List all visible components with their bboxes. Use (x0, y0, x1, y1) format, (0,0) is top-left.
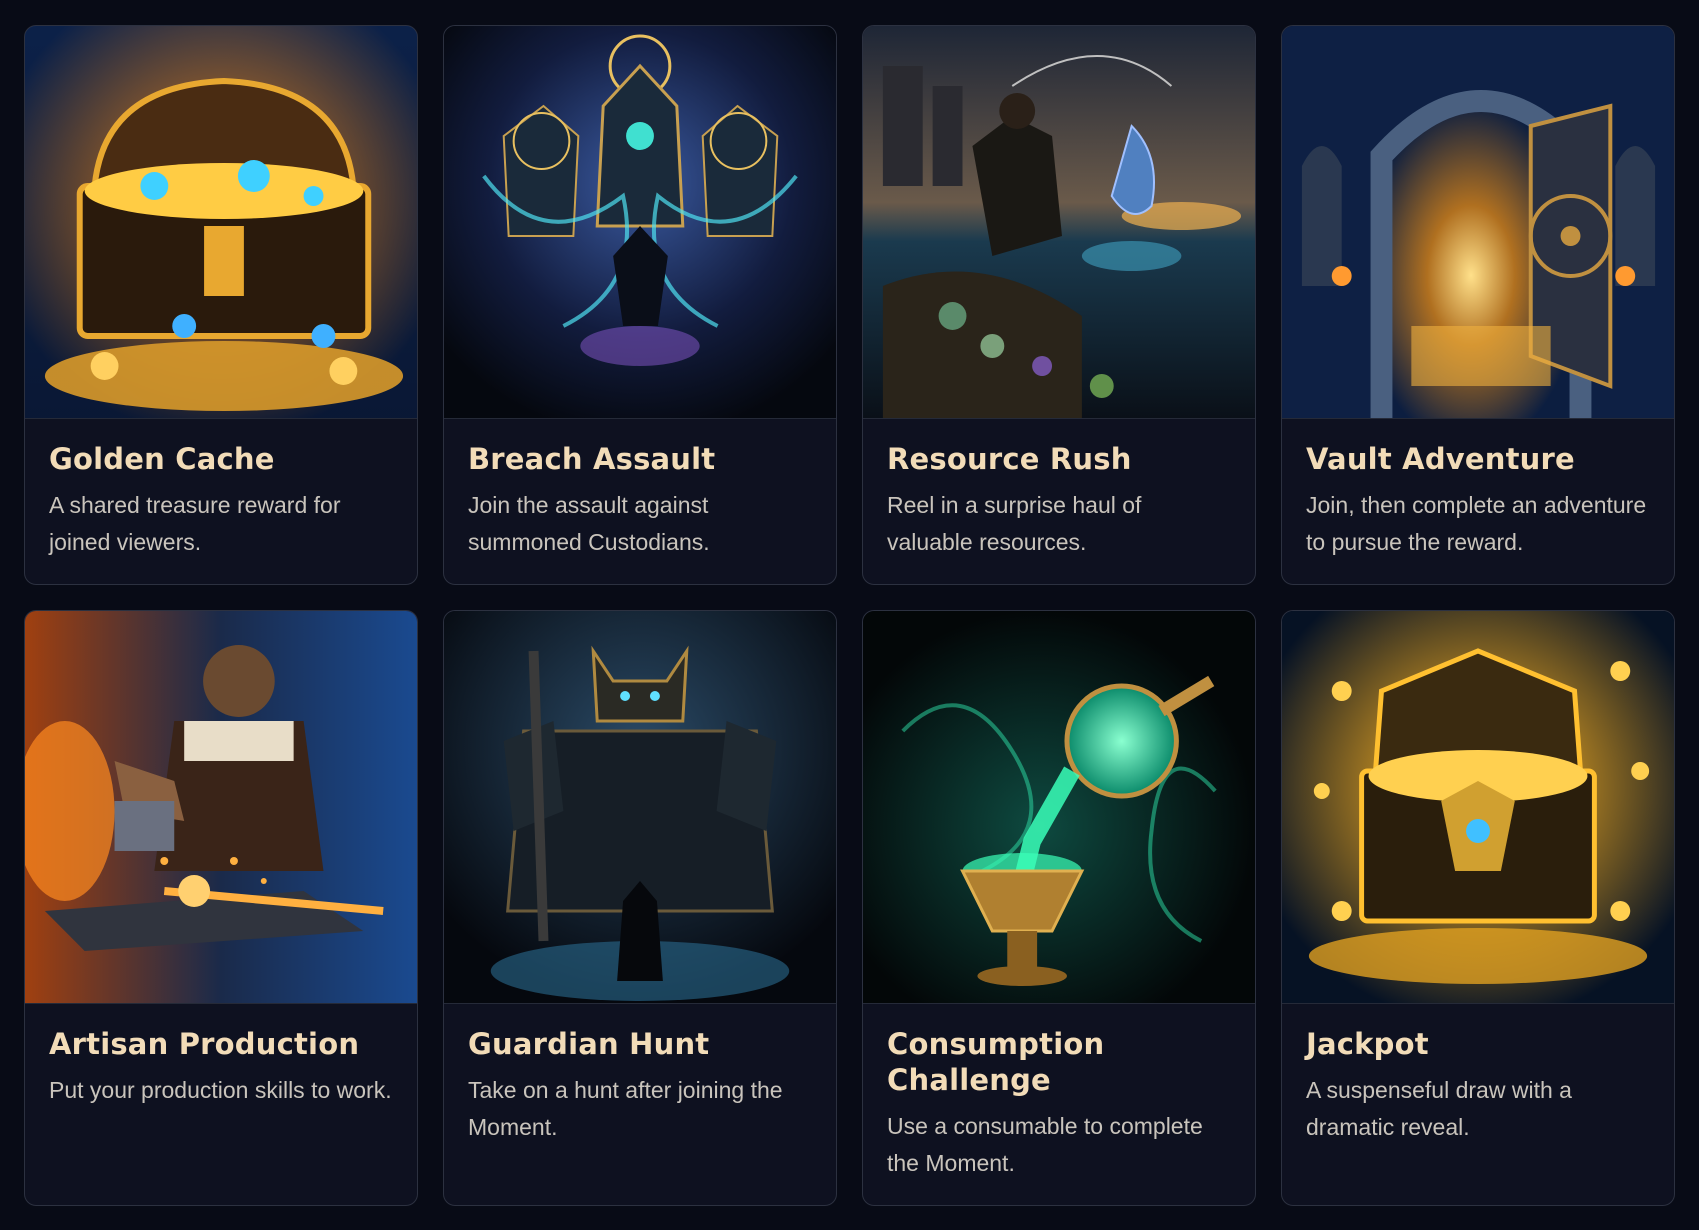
card-description: A suspenseful draw with a dramatic revea… (1306, 1077, 1572, 1140)
card-description: Join the assault against summoned Custod… (468, 492, 710, 555)
card-title: Vault Adventure (1306, 442, 1575, 476)
card-description: Put your production skills to work. (49, 1077, 392, 1103)
card-guardian-hunt[interactable]: Guardian Hunt Take on a hunt after joini… (443, 610, 837, 1206)
card-title: Breach Assault (468, 442, 716, 476)
card-golden-cache[interactable]: Golden Cache A shared treasure reward fo… (24, 25, 418, 585)
potion-pour-image (863, 611, 1255, 1003)
card-description: Reel in a surprise haul of valuable reso… (887, 492, 1142, 555)
card-breach-assault[interactable]: Breach Assault Join the assault against … (443, 25, 837, 585)
blacksmith-anvil-image (25, 611, 417, 1003)
guardian-golem-image (444, 611, 836, 1003)
card-title: Consumption Challenge (887, 1027, 1105, 1097)
card-description: Join, then complete an adventure to purs… (1306, 492, 1647, 555)
moment-card-grid: Golden Cache A shared treasure reward fo… (24, 25, 1675, 1206)
card-title: Artisan Production (49, 1027, 360, 1061)
card-vault-adventure[interactable]: Vault Adventure Join, then complete an a… (1281, 25, 1675, 585)
card-title: Resource Rush (887, 442, 1132, 476)
treasure-chest-image (25, 26, 417, 418)
card-title: Jackpot (1306, 1027, 1429, 1061)
jackpot-chest-image (1282, 611, 1674, 1003)
card-jackpot[interactable]: Jackpot A suspenseful draw with a dramat… (1281, 610, 1675, 1206)
vault-door-image (1282, 26, 1674, 418)
card-title: Guardian Hunt (468, 1027, 710, 1061)
fishing-haul-image (863, 26, 1255, 418)
card-artisan-production[interactable]: Artisan Production Put your production s… (24, 610, 418, 1206)
card-description: Use a consumable to complete the Moment. (887, 1113, 1203, 1176)
card-resource-rush[interactable]: Resource Rush Reel in a surprise haul of… (862, 25, 1256, 585)
card-description: Take on a hunt after joining the Moment. (468, 1077, 783, 1140)
card-consumption-challenge[interactable]: Consumption Challenge Use a consumable t… (862, 610, 1256, 1206)
custodians-battle-image (444, 26, 836, 418)
card-description: A shared treasure reward for joined view… (49, 492, 341, 555)
card-title: Golden Cache (49, 442, 275, 476)
